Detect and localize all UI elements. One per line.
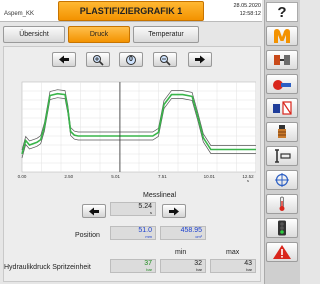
tab-label: Druck: [89, 31, 109, 38]
machine-logo-icon: [274, 29, 290, 43]
hydraulic-min-text: 32: [194, 260, 202, 267]
x-tick-label: 0.00: [18, 174, 27, 179]
hydraulic-max-value: 43 bar: [210, 259, 256, 273]
measure-time-text: 5.24: [138, 203, 152, 210]
page-title-text: PLASTIFIZIERGRAFIK 1: [79, 6, 183, 16]
position-volume-text: 458.95: [180, 227, 202, 234]
x-tick-label: 5.01: [111, 174, 120, 179]
chart-svg: 0.00 2.50 5.01 7.51 10.01 12.52s: [16, 78, 256, 182]
tab-temperatur[interactable]: Temperatur: [133, 26, 199, 43]
time: 12:58:12: [239, 11, 261, 17]
sidebar-item-alarms[interactable]: [266, 242, 298, 262]
sidebar-item-heating[interactable]: [266, 122, 298, 142]
hydraulic-current-text: 37: [144, 260, 152, 267]
datetime: 28.05.2020 12:58:12: [209, 2, 261, 18]
arrow-right-icon: [169, 207, 179, 215]
sidebar-item-core-pull[interactable]: [266, 146, 298, 166]
x-unit-label: s: [247, 178, 249, 182]
date: 28.05.2020: [233, 3, 261, 9]
hydraulic-current-unit: bar: [146, 267, 152, 272]
pressure-chart[interactable]: 0.00 2.50 5.01 7.51 10.01 12.52 s: [16, 78, 256, 182]
hydraulic-max-unit: bar: [246, 267, 252, 272]
machine-name: Aspem_KK: [4, 11, 35, 17]
thermometer-icon: [279, 196, 285, 211]
zoom-in-icon: [93, 54, 104, 66]
x-tick-label: 2.50: [64, 174, 73, 179]
tab-label: Temperatur: [148, 31, 184, 38]
hydraulic-current-value: 37 bar: [110, 259, 156, 273]
zoom-in-button[interactable]: [86, 52, 110, 67]
sidebar-item-status[interactable]: [266, 218, 298, 238]
tab-label: Übersicht: [19, 31, 49, 38]
traffic-light-icon: [278, 220, 286, 236]
measure-time-unit: s: [150, 210, 152, 215]
page-title: PLASTIFIZIERGRAFIK 1: [58, 1, 204, 21]
measure-time-value: 5.24 s: [110, 202, 156, 216]
heating-icon: [278, 125, 286, 138]
min-label: min: [175, 249, 187, 256]
position-value-volume: 458.95 cm³: [160, 226, 206, 240]
scroll-left-button[interactable]: [52, 52, 76, 67]
help-button[interactable]: ?: [266, 2, 298, 22]
warning-icon: [273, 245, 291, 259]
x-tick-label: 7.51: [158, 174, 167, 179]
zoom-reset-icon: 0: [126, 54, 136, 65]
arrow-left-icon: [59, 55, 69, 64]
hydraulic-min-unit: bar: [196, 267, 202, 272]
zoom-reset-button[interactable]: 0: [119, 52, 143, 67]
zoom-out-icon: [160, 54, 171, 66]
mold-icon: [274, 55, 290, 65]
hydraulic-min-value: 32 bar: [160, 259, 206, 273]
zoom-out-button[interactable]: [153, 52, 177, 67]
tab-druck[interactable]: Druck: [68, 26, 130, 43]
scroll-right-button[interactable]: [188, 52, 212, 67]
position-label: Position: [75, 232, 100, 239]
help-icon: ?: [277, 3, 287, 21]
position-mm-text: 51.0: [138, 227, 152, 234]
position-value-mm: 51.0 mm: [110, 226, 156, 240]
target-icon: [275, 173, 289, 187]
position-volume-unit: cm³: [195, 234, 202, 239]
measure-title: Messlineal: [143, 192, 177, 199]
tab-uebersicht[interactable]: Übersicht: [3, 26, 65, 43]
cursor-right-button[interactable]: [162, 204, 186, 218]
cursor-left-button[interactable]: [82, 204, 106, 218]
arrow-left-icon: [89, 207, 99, 215]
core-pull-icon: [275, 149, 291, 163]
sidebar-item-injection-unit[interactable]: [266, 74, 298, 94]
sidebar-item-mold[interactable]: [266, 50, 298, 70]
sidebar-item-temperature[interactable]: [266, 194, 298, 214]
hydraulic-label: Hydraulikdruck Spritzeinheit: [4, 264, 91, 271]
position-mm-unit: mm: [145, 234, 152, 239]
ejector-icon: [273, 101, 292, 115]
hydraulic-max-text: 43: [244, 260, 252, 267]
sidebar-item-machine[interactable]: [266, 26, 298, 46]
sidebar-item-ejector[interactable]: [266, 98, 298, 118]
header: Aspem_KK PLASTIFIZIERGRAFIK 1 28.05.2020…: [0, 0, 262, 22]
injection-unit-icon: [273, 80, 291, 90]
tab-bar: Übersicht Druck Temperatur: [0, 23, 262, 45]
max-label: max: [226, 249, 240, 256]
x-tick-label: 10.01: [204, 174, 216, 179]
arrow-right-icon: [195, 55, 205, 64]
sidebar-item-target[interactable]: [266, 170, 298, 190]
